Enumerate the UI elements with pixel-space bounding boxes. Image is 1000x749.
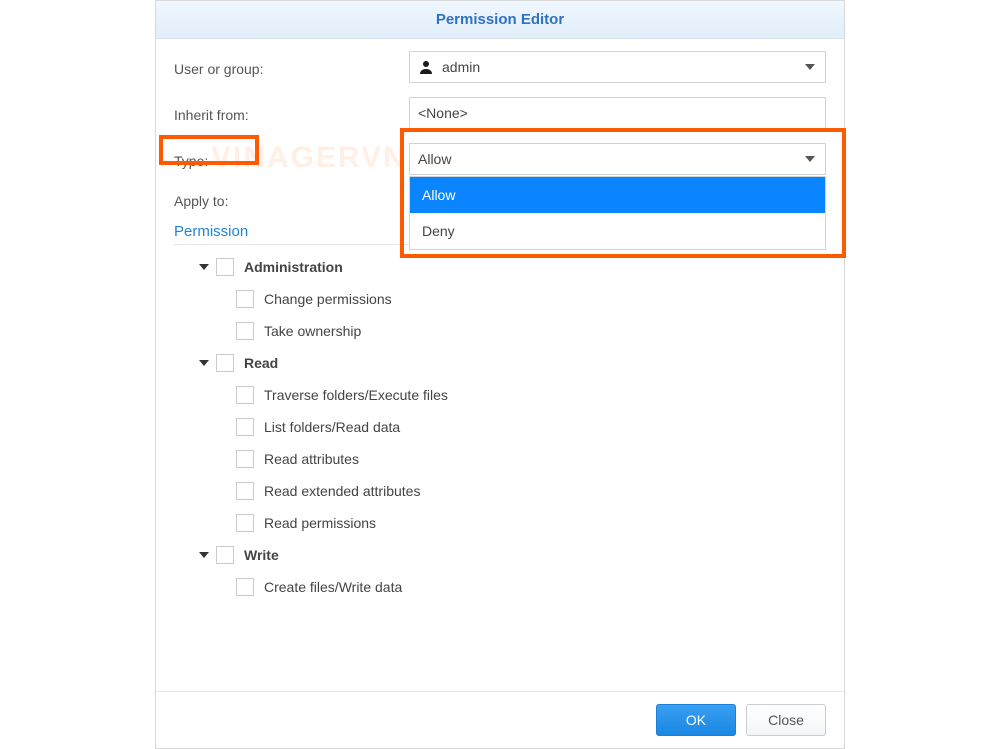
inherit-from-field: <None> xyxy=(409,97,826,129)
tree-label: Take ownership xyxy=(264,323,361,339)
tree-item-list-folders: List folders/Read data xyxy=(174,411,826,443)
tree-item-read-extended-attributes: Read extended attributes xyxy=(174,475,826,507)
tree-toggle-administration[interactable] xyxy=(192,262,216,272)
row-inherit-from: Inherit from: <None> xyxy=(174,97,826,129)
tree-item-read-permissions: Read permissions xyxy=(174,507,826,539)
close-button-label: Close xyxy=(768,712,804,728)
row-user-or-group: User or group: admin xyxy=(174,51,826,83)
checkbox-read-extended-attributes[interactable] xyxy=(236,482,254,500)
tree-label: Change permissions xyxy=(264,291,392,307)
dialog-footer: OK Close xyxy=(156,691,844,748)
user-icon xyxy=(418,59,434,75)
dialog-content: VINAGERVN User or group: admin Inherit f… xyxy=(156,39,844,691)
label-apply-to: Apply to: xyxy=(174,189,409,209)
tree-label: Read attributes xyxy=(264,451,359,467)
close-button[interactable]: Close xyxy=(746,704,826,736)
permission-tree[interactable]: Administration Change permissions Take o… xyxy=(174,251,826,681)
tree-label-read: Read xyxy=(244,355,278,371)
user-or-group-value: admin xyxy=(442,59,480,75)
tree-group-read: Read xyxy=(174,347,826,379)
tree-item-take-ownership: Take ownership xyxy=(174,315,826,347)
tree-group-write: Write xyxy=(174,539,826,571)
tree-label: List folders/Read data xyxy=(264,419,400,435)
tree-toggle-write[interactable] xyxy=(192,550,216,560)
tree-group-administration: Administration xyxy=(174,251,826,283)
label-inherit-from: Inherit from: xyxy=(174,103,409,123)
tree-item-create-files: Create files/Write data xyxy=(174,571,826,603)
tree-label: Create files/Write data xyxy=(264,579,402,595)
user-or-group-select[interactable]: admin xyxy=(409,51,826,83)
tree-label-write: Write xyxy=(244,547,279,563)
checkbox-traverse-folders[interactable] xyxy=(236,386,254,404)
ok-button-label: OK xyxy=(686,712,706,728)
type-option-label: Allow xyxy=(422,187,455,203)
type-option-label: Deny xyxy=(422,223,455,239)
tree-label-administration: Administration xyxy=(244,259,343,275)
checkbox-read[interactable] xyxy=(216,354,234,372)
tree-label: Read extended attributes xyxy=(264,483,420,499)
tree-toggle-read[interactable] xyxy=(192,358,216,368)
type-dropdown-panel: Allow Deny xyxy=(409,176,826,250)
checkbox-read-attributes[interactable] xyxy=(236,450,254,468)
inherit-from-value: <None> xyxy=(418,105,468,121)
permission-editor-dialog: Permission Editor VINAGERVN User or grou… xyxy=(155,0,845,749)
tree-label: Traverse folders/Execute files xyxy=(264,387,448,403)
checkbox-write[interactable] xyxy=(216,546,234,564)
chevron-down-icon xyxy=(805,156,815,162)
tree-item-read-attributes: Read attributes xyxy=(174,443,826,475)
checkbox-change-permissions[interactable] xyxy=(236,290,254,308)
checkbox-administration[interactable] xyxy=(216,258,234,276)
checkbox-read-permissions[interactable] xyxy=(236,514,254,532)
tree-item-traverse-folders: Traverse folders/Execute files xyxy=(174,379,826,411)
tree-label: Read permissions xyxy=(264,515,376,531)
checkbox-take-ownership[interactable] xyxy=(236,322,254,340)
row-type: Type: Allow Allow Deny xyxy=(174,143,826,175)
ok-button[interactable]: OK xyxy=(656,704,736,736)
checkbox-create-files[interactable] xyxy=(236,578,254,596)
type-select[interactable]: Allow xyxy=(409,143,826,175)
type-option-allow[interactable]: Allow xyxy=(410,177,825,213)
type-option-deny[interactable]: Deny xyxy=(410,213,825,249)
checkbox-list-folders[interactable] xyxy=(236,418,254,436)
dialog-title-text: Permission Editor xyxy=(436,11,564,28)
label-type: Type: xyxy=(174,149,409,169)
tree-item-change-permissions: Change permissions xyxy=(174,283,826,315)
chevron-down-icon xyxy=(805,64,815,70)
label-user-or-group: User or group: xyxy=(174,57,409,77)
dialog-title: Permission Editor xyxy=(156,1,844,39)
type-value: Allow xyxy=(418,151,451,167)
